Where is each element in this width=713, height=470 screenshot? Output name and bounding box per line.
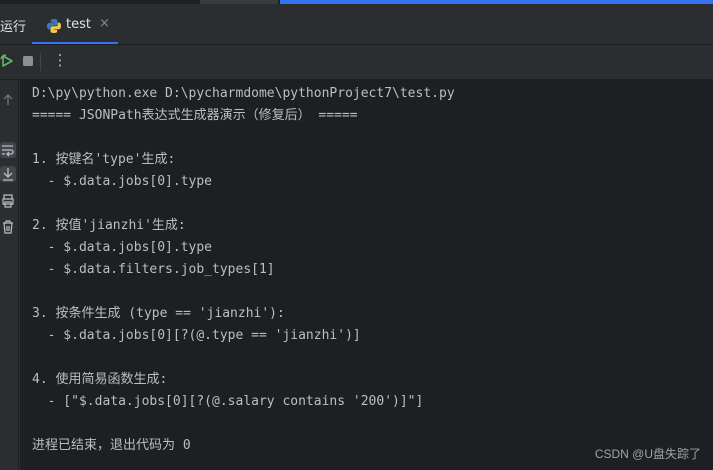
tab-test[interactable]: test ×: [32, 8, 118, 44]
console-line: - $.data.jobs[0].type: [32, 240, 213, 255]
stop-icon[interactable]: [20, 53, 36, 69]
console-line: D:\py\python.exe D:\pycharmdome\pythonPr…: [32, 86, 455, 101]
console-line: - $.data.jobs[0][?(@.type == 'jianzhi')]: [32, 328, 361, 343]
console-lines: D:\py\python.exe D:\pycharmdome\pythonPr…: [32, 83, 455, 457]
toolbar-separator: [40, 53, 41, 71]
run-tool-window-header: 运行 test ×: [0, 4, 713, 45]
console-line: - ["$.data.jobs[0][?(@.salary contains '…: [32, 394, 424, 409]
scroll-to-end-icon[interactable]: [0, 166, 16, 182]
console-line: - $.data.jobs[0].type: [32, 174, 213, 189]
console-line: - $.data.filters.job_types[1]: [32, 262, 275, 277]
csdn-watermark: CSDN @U盘失踪了: [594, 447, 701, 461]
console-line: 1. 按键名'type'生成:: [32, 152, 176, 167]
console-line: 4. 使用简易函数生成:: [32, 372, 168, 387]
console-side-toolbar: [0, 80, 19, 470]
console-line: 进程已结束，退出代码为 0: [32, 438, 191, 453]
run-tool-window-title: 运行: [0, 20, 27, 35]
print-icon[interactable]: [0, 193, 16, 209]
rerun-icon[interactable]: [0, 53, 16, 69]
console-output[interactable]: D:\py\python.exe D:\pycharmdome\pythonPr…: [20, 80, 713, 470]
run-toolbar: ⋮: [0, 45, 713, 80]
console-line: 3. 按条件生成 (type == 'jianzhi'):: [32, 306, 285, 321]
active-tab-indicator: [32, 42, 118, 44]
python-file-icon: [47, 19, 61, 33]
soft-wrap-icon[interactable]: [0, 142, 16, 158]
tab-label: test: [66, 17, 91, 32]
close-tab-icon[interactable]: ×: [99, 16, 110, 31]
more-options-icon[interactable]: ⋮: [52, 52, 68, 68]
console-line: ===== JSONPath表达式生成器演示（修复后） =====: [32, 108, 358, 123]
trash-icon[interactable]: [0, 219, 16, 235]
console-line: 2. 按值'jianzhi'生成:: [32, 218, 186, 233]
scroll-up-icon[interactable]: [0, 92, 16, 108]
